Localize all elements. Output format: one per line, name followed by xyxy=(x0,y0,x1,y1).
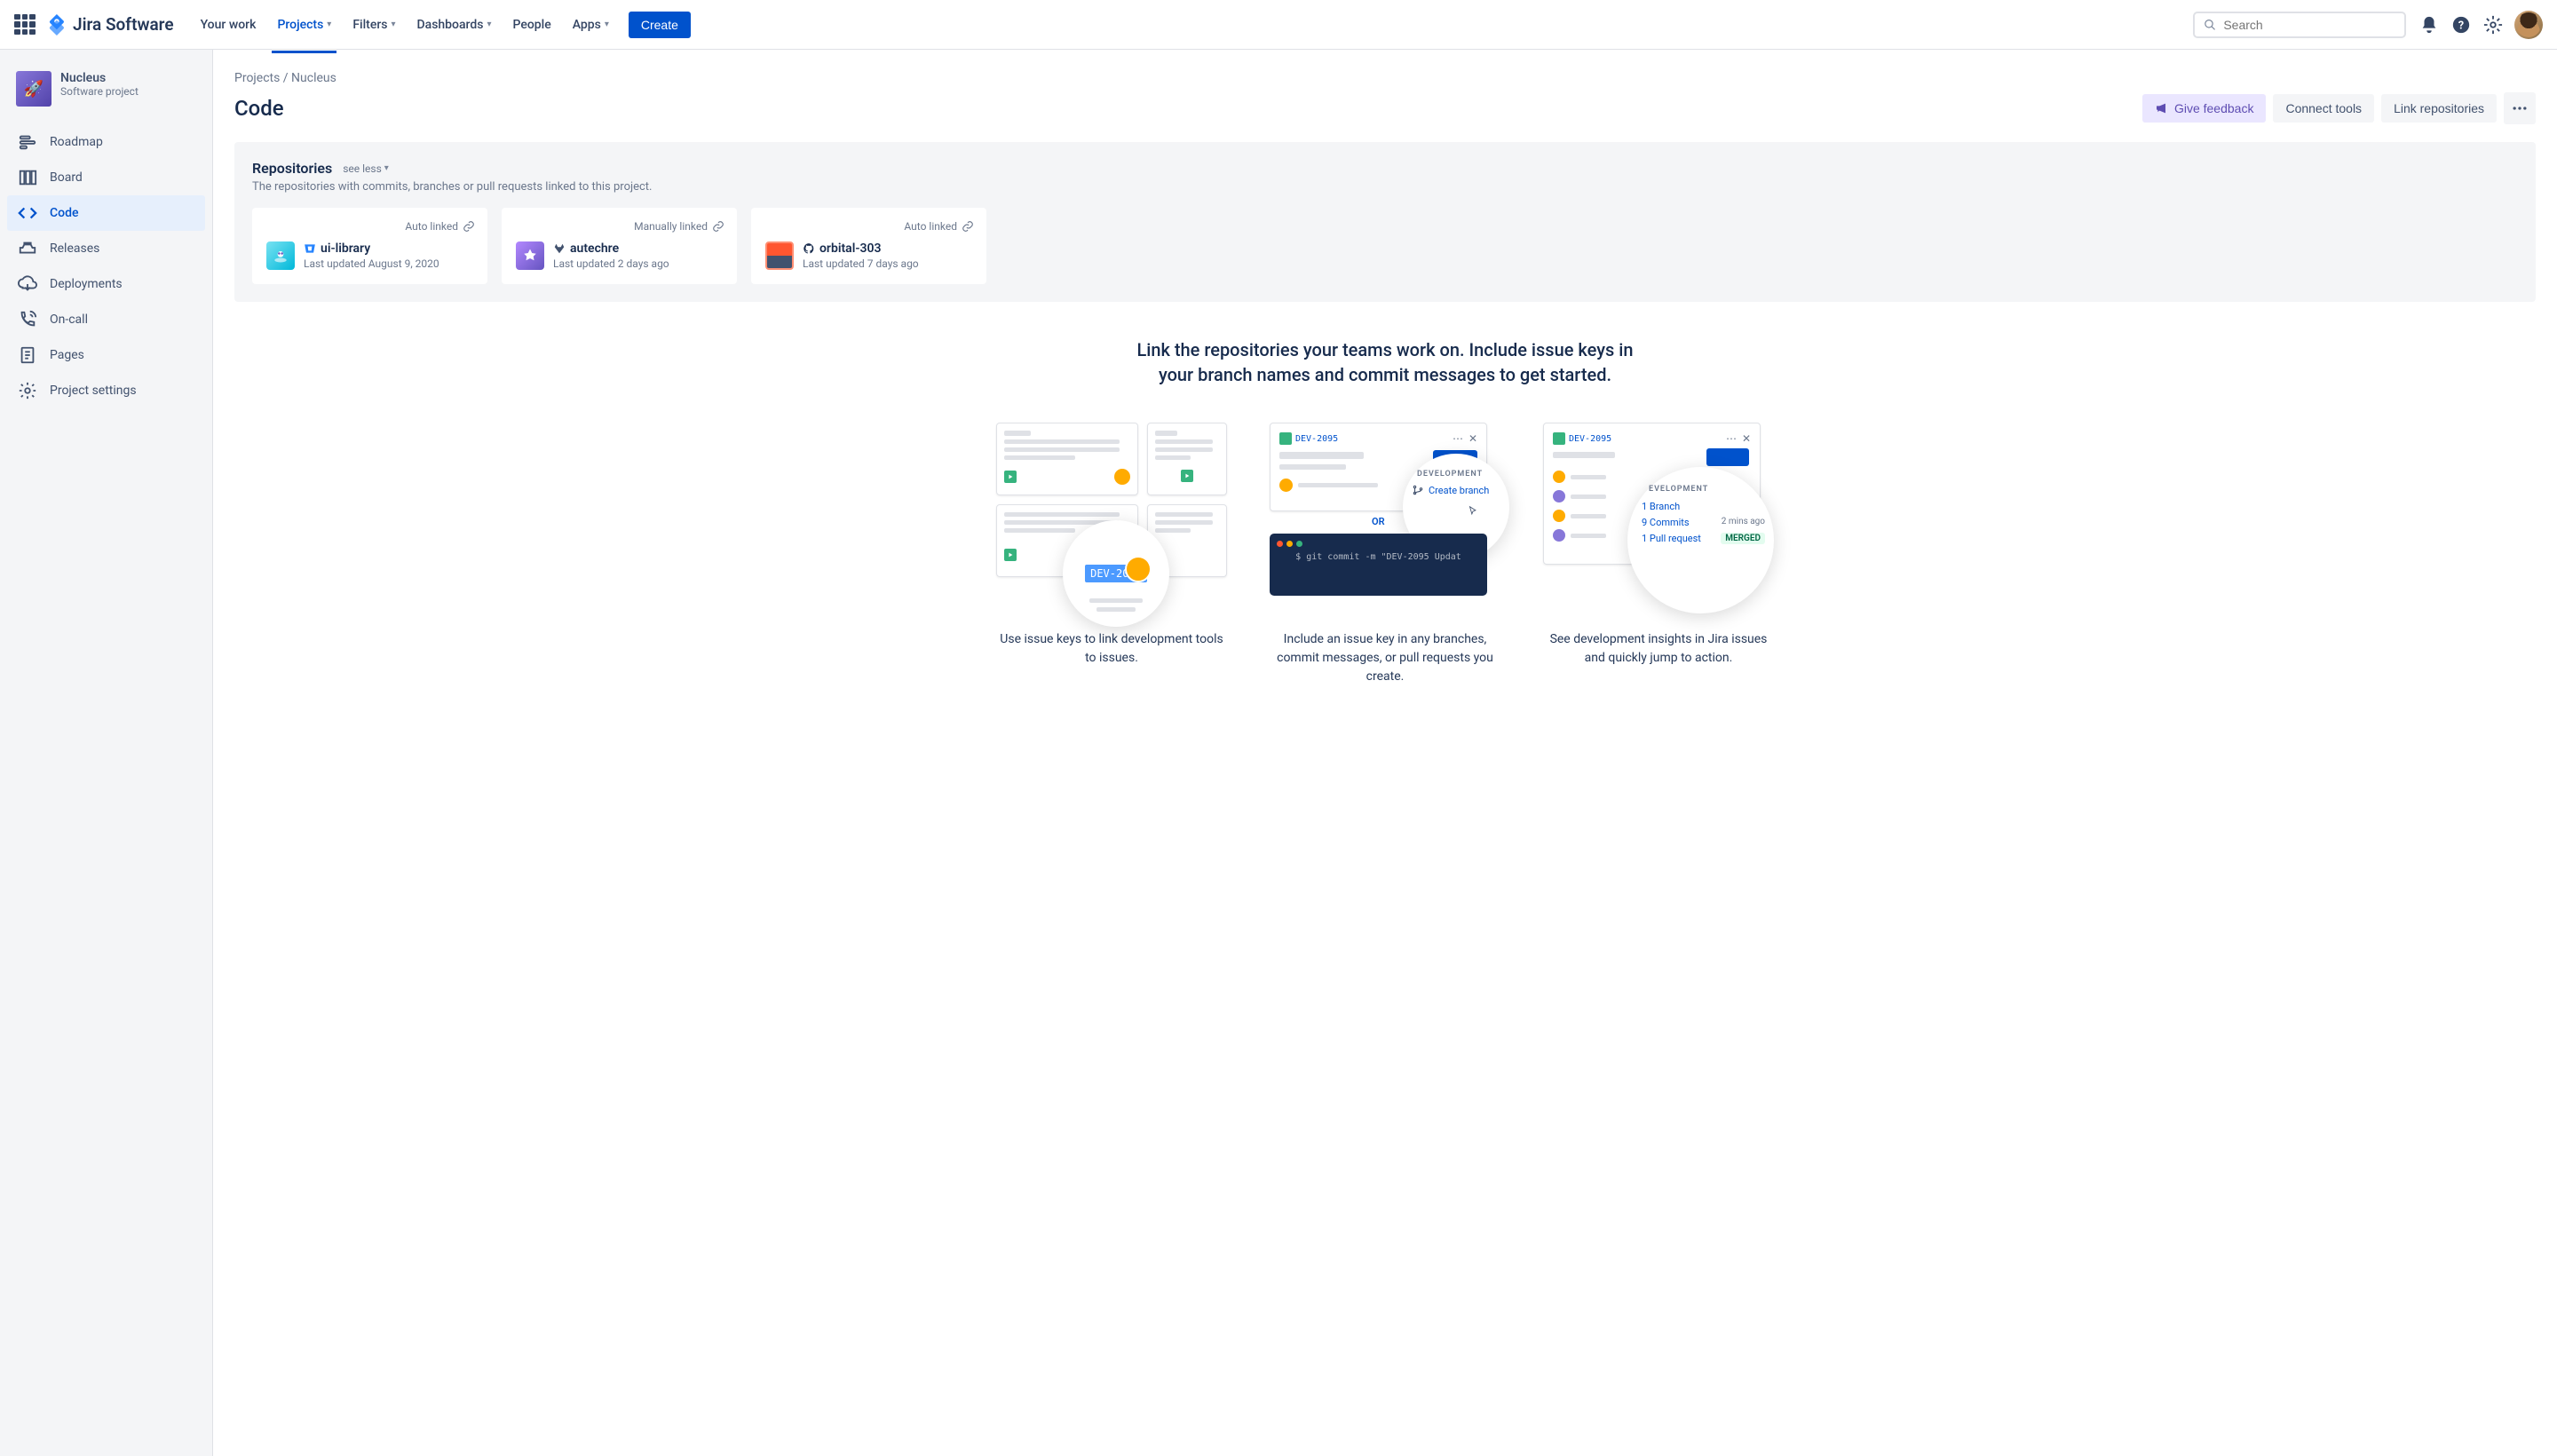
chevron-down-icon: ▾ xyxy=(391,20,395,29)
repo-link-type: Auto linked xyxy=(405,220,475,233)
onboarding-heading: Link the repositories your teams work on… xyxy=(1136,337,1634,387)
repo-name: ui-library xyxy=(304,241,439,256)
sidebar: 🚀 Nucleus Software project Roadmap Board… xyxy=(0,50,213,1456)
sidebar-item-code[interactable]: Code xyxy=(7,195,205,231)
repo-link-type: Manually linked xyxy=(634,220,724,233)
header-actions: Give feedback Connect tools Link reposit… xyxy=(2142,92,2536,124)
repo-card[interactable]: Auto linked ui-library Last updated Augu… xyxy=(252,208,487,284)
unlink-icon[interactable] xyxy=(962,220,974,233)
repo-avatar xyxy=(765,241,794,270)
repo-updated: Last updated 7 days ago xyxy=(803,257,919,270)
sidebar-item-pages[interactable]: Pages xyxy=(7,337,205,373)
pages-icon xyxy=(18,345,37,365)
illustration-create-branch: DEV-2095 ⋯ ✕ DEVELOPMENT xyxy=(1270,423,1500,609)
repo-updated: Last updated August 9, 2020 xyxy=(304,257,439,270)
repo-name: autechre xyxy=(553,241,669,256)
repo-avatar xyxy=(516,241,544,270)
onboard-caption: Use issue keys to link development tools… xyxy=(996,630,1227,668)
svg-text:?: ? xyxy=(2458,19,2464,32)
app-switcher-icon[interactable] xyxy=(14,14,36,36)
sidebar-item-deployments[interactable]: Deployments xyxy=(7,266,205,302)
gitlab-icon xyxy=(553,242,566,255)
link-repositories-button[interactable]: Link repositories xyxy=(2381,94,2497,123)
project-icon: 🚀 xyxy=(16,71,51,107)
repo-name: orbital-303 xyxy=(803,241,919,256)
repositories-panel: Repositories see less▾ The repositories … xyxy=(234,142,2536,302)
gear-icon xyxy=(18,381,37,400)
deployments-icon xyxy=(18,274,37,294)
repo-card[interactable]: Auto linked orbital-303 Last updated 7 d… xyxy=(751,208,986,284)
nav-projects[interactable]: Projects▾ xyxy=(268,12,340,38)
give-feedback-button[interactable]: Give feedback xyxy=(2142,94,2267,123)
repo-updated: Last updated 2 days ago xyxy=(553,257,669,270)
more-icon xyxy=(2511,99,2529,117)
nav-filters[interactable]: Filters▾ xyxy=(344,12,404,38)
more-actions-button[interactable] xyxy=(2504,92,2536,124)
nav-people[interactable]: People xyxy=(504,12,560,38)
create-button[interactable]: Create xyxy=(629,12,691,38)
unlink-icon[interactable] xyxy=(463,220,475,233)
repositories-title: Repositories xyxy=(252,160,332,177)
onboard-caption: Include an issue key in any branches, co… xyxy=(1270,630,1500,686)
unlink-icon[interactable] xyxy=(712,220,724,233)
code-icon xyxy=(18,203,37,223)
repo-link-type: Auto linked xyxy=(904,220,974,233)
search-input[interactable] xyxy=(2223,18,2395,32)
nav-apps[interactable]: Apps▾ xyxy=(564,12,618,38)
help-icon[interactable]: ? xyxy=(2447,11,2475,39)
project-header[interactable]: 🚀 Nucleus Software project xyxy=(7,71,205,124)
notifications-icon[interactable] xyxy=(2415,11,2443,39)
chevron-down-icon: ▾ xyxy=(605,20,609,29)
releases-icon xyxy=(18,239,37,258)
top-nav: Jira Software Your work Projects▾ Filter… xyxy=(0,0,2557,50)
onboard-column-1: ▬▬▬▬▬ DEV-2095 Use issue xyxy=(996,423,1227,686)
main-content: Projects / Nucleus Code Give feedback Co… xyxy=(213,50,2557,1456)
sidebar-item-releases[interactable]: Releases xyxy=(7,231,205,266)
settings-icon[interactable] xyxy=(2479,11,2507,39)
onboard-column-3: DEV-2095 ⋯ ✕ EVELOPMENT 1 Branch xyxy=(1543,423,1774,686)
onboarding-cards: ▬▬▬▬▬ DEV-2095 Use issue xyxy=(234,423,2536,686)
repo-card[interactable]: Manually linked autechre Last updated 2 … xyxy=(502,208,737,284)
see-less-toggle[interactable]: see less▾ xyxy=(343,162,389,175)
bitbucket-icon xyxy=(304,242,316,255)
roadmap-icon xyxy=(18,132,37,152)
github-icon xyxy=(803,242,815,255)
chevron-down-icon: ▾ xyxy=(384,163,389,173)
nav-dashboards[interactable]: Dashboards▾ xyxy=(408,12,501,38)
search-box[interactable] xyxy=(2193,12,2406,38)
project-name: Nucleus xyxy=(60,71,139,85)
sidebar-item-roadmap[interactable]: Roadmap xyxy=(7,124,205,160)
sidebar-item-oncall[interactable]: On-call xyxy=(7,302,205,337)
oncall-icon xyxy=(18,310,37,329)
branch-icon xyxy=(1412,484,1424,496)
illustration-dev-insights: DEV-2095 ⋯ ✕ EVELOPMENT 1 Branch xyxy=(1543,423,1774,609)
logo-text: Jira Software xyxy=(73,14,174,35)
sidebar-item-board[interactable]: Board xyxy=(7,160,205,195)
user-avatar[interactable] xyxy=(2514,11,2543,39)
onboard-column-2: DEV-2095 ⋯ ✕ DEVELOPMENT xyxy=(1270,423,1500,686)
megaphone-icon xyxy=(2155,101,2169,115)
jira-logo-icon xyxy=(46,14,67,36)
connect-tools-button[interactable]: Connect tools xyxy=(2273,94,2374,123)
repo-avatar xyxy=(266,241,295,270)
chevron-down-icon: ▾ xyxy=(327,20,331,29)
search-icon xyxy=(2204,18,2216,32)
breadcrumb[interactable]: Projects / Nucleus xyxy=(234,71,2536,85)
chevron-down-icon: ▾ xyxy=(487,20,491,29)
onboard-caption: See development insights in Jira issues … xyxy=(1543,630,1774,668)
cursor-icon xyxy=(1467,505,1479,518)
nav-your-work[interactable]: Your work xyxy=(192,12,265,38)
project-type: Software project xyxy=(60,85,139,98)
illustration-issue-keys: ▬▬▬▬▬ DEV-2095 xyxy=(996,423,1227,609)
jira-logo[interactable]: Jira Software xyxy=(46,14,174,36)
repositories-subtitle: The repositories with commits, branches … xyxy=(252,180,2518,194)
nav-items: Your work Projects▾ Filters▾ Dashboards▾… xyxy=(192,12,2193,38)
sidebar-item-project-settings[interactable]: Project settings xyxy=(7,373,205,408)
page-title: Code xyxy=(234,96,284,121)
board-icon xyxy=(18,168,37,187)
